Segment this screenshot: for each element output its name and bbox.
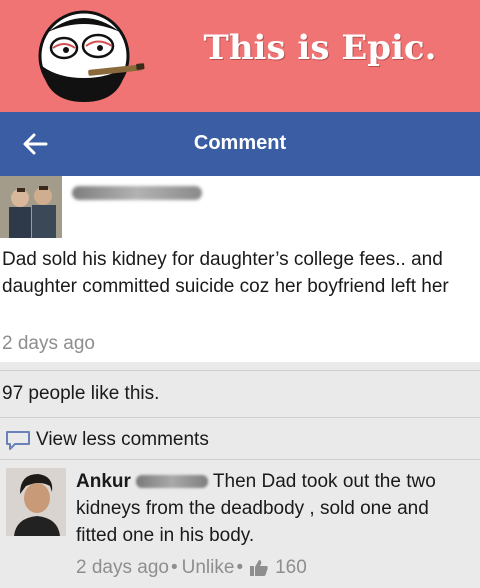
likes-count[interactable]: 97 people like this. bbox=[2, 383, 159, 405]
post-card: Dad sold his kidney for daughter’s colle… bbox=[0, 176, 480, 362]
post-author-name-redacted bbox=[72, 186, 202, 200]
divider bbox=[0, 459, 480, 460]
app-bar: Comment bbox=[0, 112, 480, 176]
avatar-photo-icon bbox=[6, 468, 66, 536]
view-less-comments-label: View less comments bbox=[36, 429, 209, 450]
comment-bubble-icon bbox=[6, 431, 30, 450]
divider bbox=[0, 370, 480, 371]
divider bbox=[0, 417, 480, 418]
comment-author-name[interactable]: Ankur bbox=[76, 471, 131, 492]
meme-banner: This is Epic. bbox=[0, 0, 480, 112]
view-less-comments-link[interactable]: View less comments bbox=[4, 428, 209, 452]
separator-dot: • bbox=[170, 557, 178, 578]
page-title: Comment bbox=[193, 132, 287, 154]
comment-author-avatar[interactable] bbox=[6, 468, 66, 536]
comment-like-count[interactable]: 160 bbox=[275, 557, 307, 579]
unlike-button[interactable]: Unlike bbox=[182, 557, 235, 579]
comment-meta: 2 days ago • Unlike • 160 bbox=[76, 557, 307, 579]
smoking-mascot-icon bbox=[38, 10, 145, 102]
avatar-photo-icon bbox=[0, 176, 62, 238]
comment-timestamp: 2 days ago bbox=[76, 557, 169, 578]
thumbs-up-icon bbox=[250, 560, 268, 576]
separator-dot: • bbox=[236, 557, 244, 578]
post-text: Dad sold his kidney for daughter’s colle… bbox=[2, 249, 449, 297]
post-timestamp: 2 days ago bbox=[2, 333, 95, 354]
banner-title: This is Epic. bbox=[203, 28, 437, 68]
comment-author-surname-redacted bbox=[136, 475, 208, 488]
post-author-avatar[interactable] bbox=[0, 176, 62, 238]
